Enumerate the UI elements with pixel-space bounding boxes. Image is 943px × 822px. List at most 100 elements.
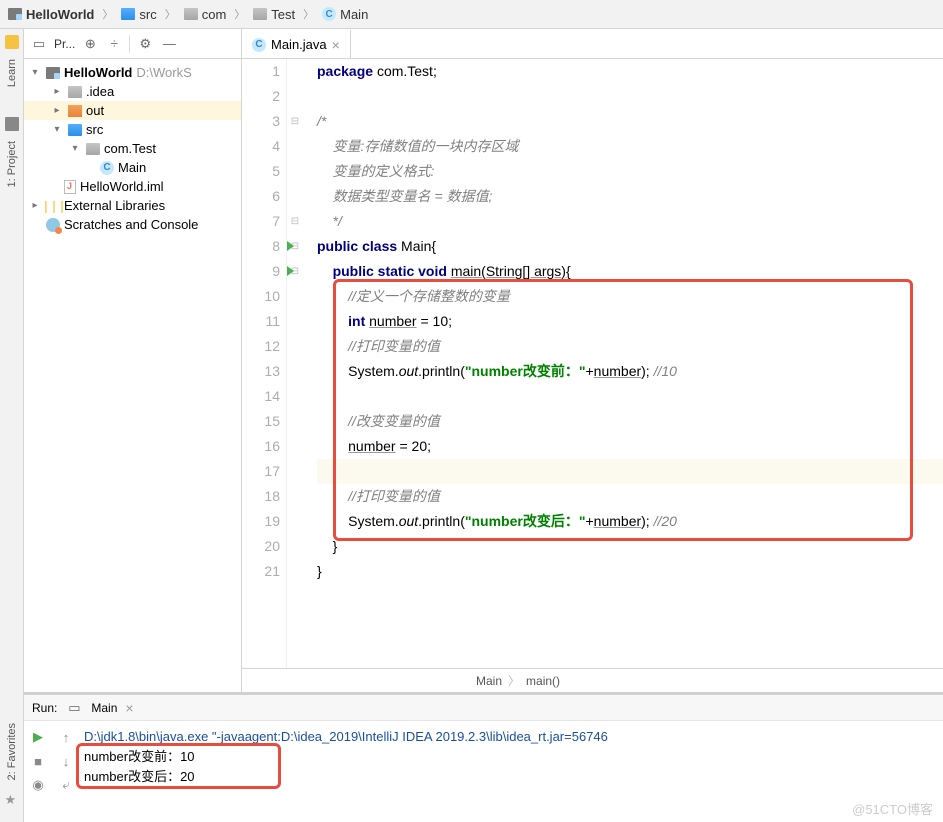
tree-label: HelloWorld.iml xyxy=(80,179,164,194)
tree-label: src xyxy=(86,122,103,137)
breadcrumb-item-main[interactable]: C Main xyxy=(320,7,370,22)
folder-icon xyxy=(184,8,198,20)
camera-icon[interactable]: ◉ xyxy=(30,777,46,793)
chevron-right-icon: 〉 xyxy=(508,672,520,689)
collapse-icon[interactable]: ÷ xyxy=(105,35,123,53)
breadcrumb-item-src[interactable]: src xyxy=(119,7,158,22)
output-command: D:\jdk1.8\bin\java.exe "-javaagent:D:\id… xyxy=(84,727,939,747)
tree-label: com.Test xyxy=(104,141,156,156)
folder-icon xyxy=(68,105,82,117)
scratches-icon xyxy=(46,218,60,232)
editor-tab-main[interactable]: C Main.java × xyxy=(242,29,351,58)
tree-item-main[interactable]: C Main xyxy=(24,158,241,177)
tab-label: Main.java xyxy=(271,37,327,52)
chevron-right-icon: 〉 xyxy=(303,6,314,22)
line-gutter[interactable]: 123 456 7 8 9 101112 131415 161718 19202… xyxy=(242,59,287,668)
editor-breadcrumb[interactable]: Main 〉 main() xyxy=(242,668,943,692)
project-label[interactable]: Pr... xyxy=(54,37,75,51)
tree-item-iml[interactable]: HelloWorld.iml xyxy=(24,177,241,196)
wrap-icon[interactable]: ⤶ xyxy=(58,777,74,793)
run-output[interactable]: D:\jdk1.8\bin\java.exe "-javaagent:D:\id… xyxy=(80,721,943,822)
tree-item-idea[interactable]: ▸ .idea xyxy=(24,82,241,101)
output-line: number改变后：20 xyxy=(84,767,939,787)
chevron-right-icon[interactable]: ▸ xyxy=(50,86,64,97)
project-tab[interactable]: 1: Project xyxy=(6,141,18,187)
chevron-right-icon: 〉 xyxy=(234,6,245,22)
breadcrumb-item-test[interactable]: Test xyxy=(251,7,297,22)
main-area: ▭ Pr... ⊕ ÷ ⚙ — C Main.java × ▾ HelloWor… xyxy=(24,29,943,692)
fold-column[interactable]: ⊟ ⊟⊟⊟ xyxy=(287,59,303,668)
chevron-right-icon: 〉 xyxy=(102,6,113,22)
run-config-icon[interactable]: ▭ xyxy=(65,699,83,717)
tree-label: .idea xyxy=(86,84,114,99)
editor-bc-class[interactable]: Main xyxy=(476,674,502,688)
chevron-right-icon[interactable]: ▸ xyxy=(50,105,64,116)
java-class-icon: C xyxy=(252,38,266,52)
run-toolbar: ▶ ■ ◉ ↑ ↓ ⤶ xyxy=(24,721,80,822)
tool-window-strip: Learn 1: Project 2: Favorites ★ xyxy=(0,29,24,822)
tree-root[interactable]: ▾ HelloWorld D:\WorkS xyxy=(24,63,241,82)
separator xyxy=(129,35,130,53)
breadcrumb-label: Test xyxy=(271,7,295,22)
tree-label: Scratches and Console xyxy=(64,217,198,232)
close-icon[interactable]: × xyxy=(125,700,133,716)
chevron-down-icon[interactable]: ▾ xyxy=(28,67,42,78)
close-icon[interactable]: × xyxy=(332,37,340,53)
project-strip-icon[interactable] xyxy=(5,117,19,131)
down-icon[interactable]: ↓ xyxy=(58,753,74,769)
gear-icon[interactable]: ⚙ xyxy=(136,35,154,53)
editor-wrap: 123 456 7 8 9 101112 131415 161718 19202… xyxy=(242,59,943,692)
libraries-icon xyxy=(46,199,60,213)
java-class-icon: C xyxy=(100,161,114,175)
breadcrumb-label: Main xyxy=(340,7,368,22)
chevron-right-icon[interactable]: ▸ xyxy=(28,200,42,211)
tree-path: D:\WorkS xyxy=(136,65,191,80)
editor-bc-method[interactable]: main() xyxy=(526,674,560,688)
run-body: ▶ ■ ◉ ↑ ↓ ⤶ D:\jdk1.8\bin\java.exe "-jav… xyxy=(24,721,943,822)
code-editor[interactable]: 123 456 7 8 9 101112 131415 161718 19202… xyxy=(242,59,943,668)
learn-tab[interactable]: Learn xyxy=(6,59,18,87)
target-icon[interactable]: ⊕ xyxy=(81,35,99,53)
star-icon[interactable]: ★ xyxy=(5,792,19,806)
run-title: Run: xyxy=(32,701,57,715)
project-tree[interactable]: ▾ HelloWorld D:\WorkS ▸ .idea ▸ out ▾ xyxy=(24,59,242,692)
run-gutter-icon[interactable] xyxy=(287,266,294,276)
iml-file-icon xyxy=(64,180,76,194)
hide-icon[interactable]: — xyxy=(160,35,178,53)
project-tool-header: ▭ Pr... ⊕ ÷ ⚙ — xyxy=(24,29,242,58)
project-icon xyxy=(46,67,60,79)
folder-icon xyxy=(121,8,135,20)
rerun-icon[interactable]: ▶ xyxy=(30,729,46,745)
up-icon[interactable]: ↑ xyxy=(58,729,74,745)
learn-icon[interactable] xyxy=(5,35,19,49)
toolbar: ▭ Pr... ⊕ ÷ ⚙ — C Main.java × xyxy=(24,29,943,59)
run-panel: Run: ▭ Main × ▶ ■ ◉ ↑ ↓ ⤶ D:\jdk1.8\bin\… xyxy=(24,692,943,822)
watermark: @51CTO博客 xyxy=(852,799,933,818)
breadcrumb-label: com xyxy=(202,7,227,22)
run-config-name[interactable]: Main xyxy=(91,701,117,715)
code-area[interactable]: package com.Test; /* 变量:存储数值的一块内存区域 变量的定… xyxy=(303,59,943,668)
favorites-tab[interactable]: 2: Favorites xyxy=(6,723,18,780)
breadcrumb-item-com[interactable]: com xyxy=(182,7,229,22)
package-icon xyxy=(86,143,100,155)
tree-item-package[interactable]: ▾ com.Test xyxy=(24,139,241,158)
tree-label: External Libraries xyxy=(64,198,165,213)
content-split: ▾ HelloWorld D:\WorkS ▸ .idea ▸ out ▾ xyxy=(24,59,943,692)
chevron-down-icon[interactable]: ▾ xyxy=(50,124,64,135)
java-class-icon: C xyxy=(322,7,336,21)
chevron-down-icon[interactable]: ▾ xyxy=(68,143,82,154)
stop-icon[interactable]: ■ xyxy=(30,753,46,769)
chevron-right-icon: 〉 xyxy=(165,6,176,22)
folder-icon xyxy=(253,8,267,20)
tree-label: Main xyxy=(118,160,146,175)
project-view-icon[interactable]: ▭ xyxy=(30,35,48,53)
breadcrumb-item-helloworld[interactable]: HelloWorld xyxy=(6,7,96,22)
breadcrumb-bar: HelloWorld 〉 src 〉 com 〉 Test 〉 C Main xyxy=(0,0,943,29)
tree-item-scratches[interactable]: Scratches and Console xyxy=(24,215,241,234)
tree-item-libraries[interactable]: ▸ External Libraries xyxy=(24,196,241,215)
tree-item-src[interactable]: ▾ src xyxy=(24,120,241,139)
tree-item-out[interactable]: ▸ out xyxy=(24,101,241,120)
tree-label: HelloWorld xyxy=(64,65,132,80)
folder-icon xyxy=(68,86,82,98)
run-gutter-icon[interactable] xyxy=(287,241,294,251)
